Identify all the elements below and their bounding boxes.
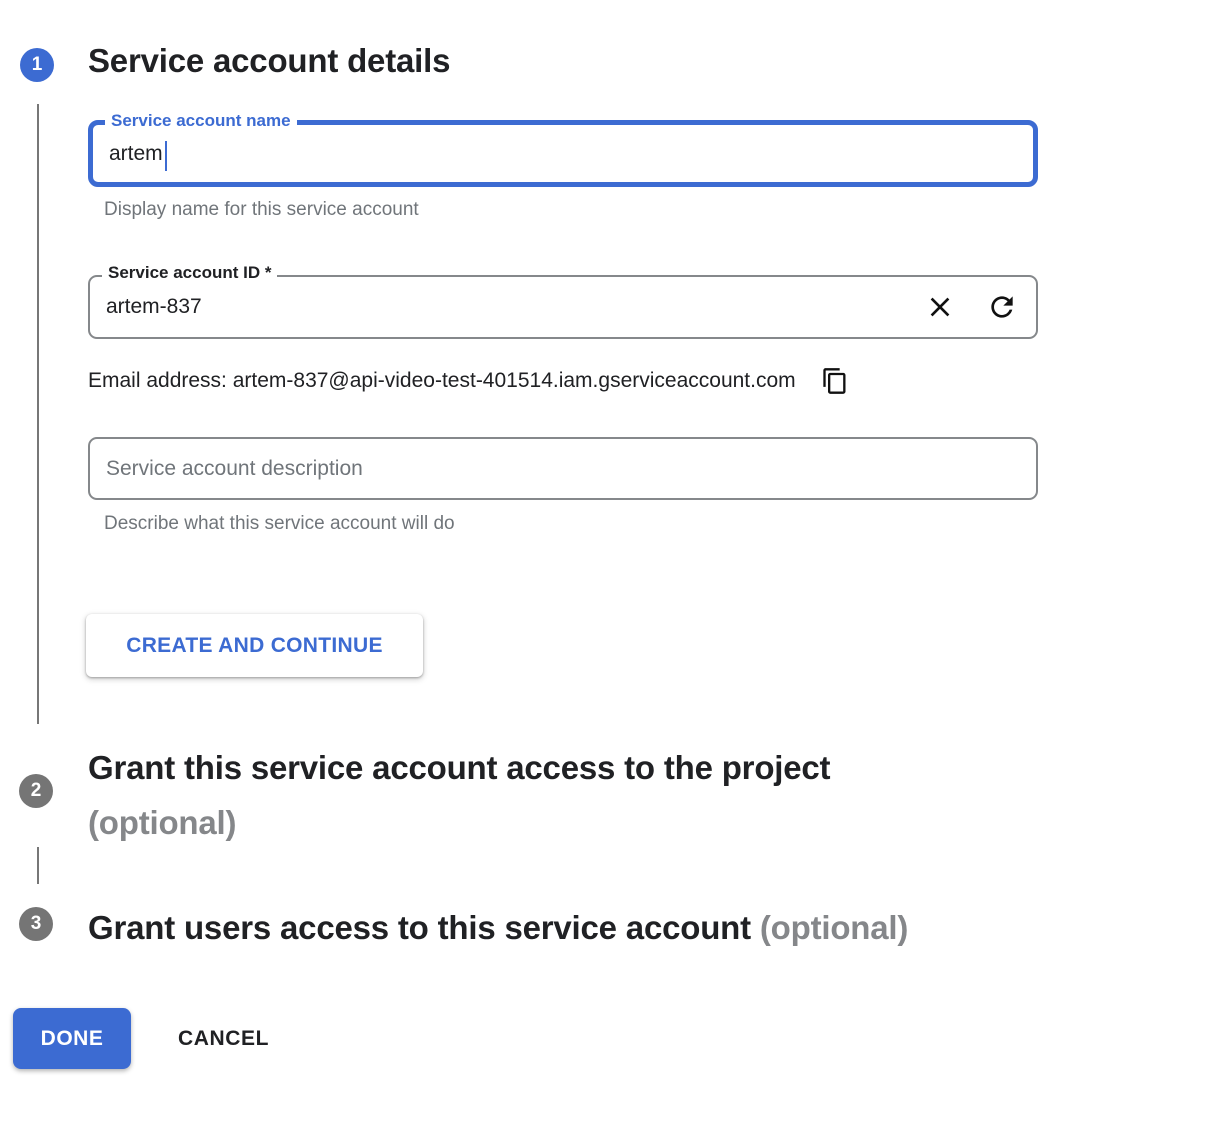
copy-icon [821, 367, 849, 395]
step-2-title-block: Grant this service account access to the… [88, 740, 1048, 850]
step-connector-line-2 [37, 847, 39, 884]
service-account-name-helper: Display name for this service account [104, 199, 419, 221]
clear-id-button[interactable] [924, 291, 956, 323]
service-account-name-value: artem [109, 142, 163, 166]
service-account-description-placeholder: Service account description [106, 457, 363, 481]
step-connector-line-1 [37, 104, 39, 724]
step-1-title: Service account details [88, 37, 450, 85]
email-address-row: Email address: artem-837@api-video-test-… [88, 366, 1038, 396]
step-1-indicator: 1 [20, 48, 54, 82]
email-address-text: Email address: artem-837@api-video-test-… [88, 369, 796, 393]
step-3-indicator: 3 [19, 907, 53, 941]
copy-email-button[interactable] [820, 366, 850, 396]
service-account-description-helper: Describe what this service account will … [104, 513, 455, 535]
step-3-optional-label: (optional) [760, 909, 908, 946]
service-account-name-label: Service account name [105, 111, 297, 131]
step-3-title-block: Grant users access to this service accou… [88, 903, 1128, 953]
service-account-name-field[interactable]: Service account name artem [88, 120, 1038, 187]
step-3-title: Grant users access to this service accou… [88, 909, 751, 946]
create-and-continue-button[interactable]: CREATE AND CONTINUE [86, 614, 423, 677]
service-account-id-label: Service account ID * [102, 263, 277, 283]
step-2-title: Grant this service account access to the… [88, 740, 1048, 795]
text-cursor [165, 141, 168, 171]
step-2-indicator: 2 [19, 774, 53, 808]
step-2-optional-label: (optional) [88, 795, 1048, 850]
service-account-id-value: artem-837 [106, 295, 202, 319]
done-button[interactable]: DONE [13, 1008, 131, 1069]
refresh-icon [986, 291, 1018, 323]
cancel-button[interactable]: CANCEL [178, 1022, 269, 1056]
regenerate-id-button[interactable] [986, 291, 1018, 323]
service-account-id-field[interactable]: Service account ID * artem-837 [88, 275, 1038, 339]
clear-icon [924, 291, 956, 323]
service-account-description-field[interactable]: Service account description [88, 437, 1038, 500]
